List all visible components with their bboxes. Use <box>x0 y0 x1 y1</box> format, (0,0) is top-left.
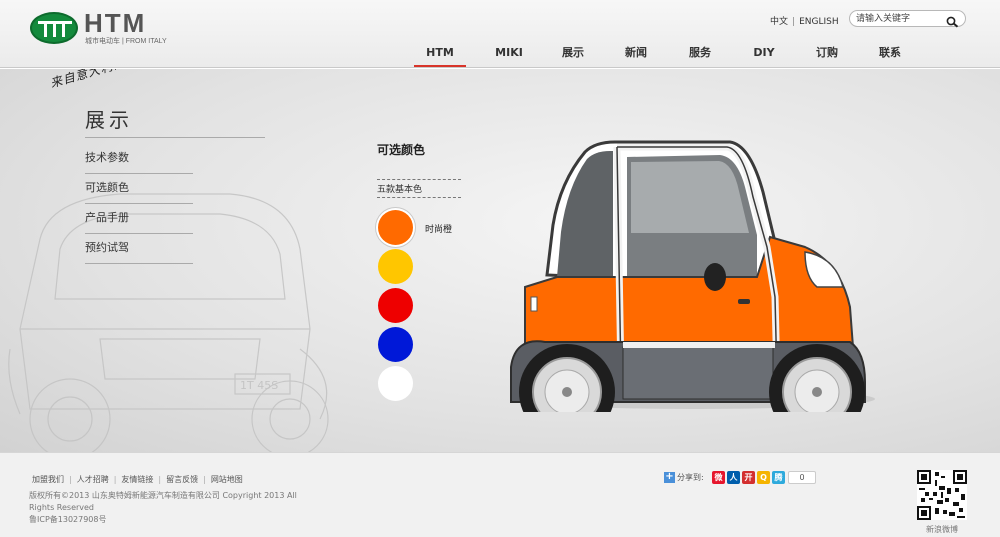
search-button[interactable] <box>946 13 960 28</box>
nav-item-order[interactable]: 订购 <box>802 46 852 67</box>
color-swatch-orange[interactable] <box>378 210 413 245</box>
kaixin-icon[interactable]: 开 <box>742 471 755 484</box>
share-plus-icon[interactable]: + <box>664 472 675 483</box>
language-switcher: 中文 | ENGLISH <box>770 14 839 27</box>
title-divider <box>85 137 265 138</box>
side-menu-item-colors[interactable]: 可选颜色 <box>85 174 193 204</box>
brand-name: HTM <box>84 8 147 38</box>
copyright-text: 版权所有©2013 山东奥特姆新能源汽车制造有限公司 Copyright 201… <box>29 491 297 512</box>
brand-tagline: 城市电动车 | FROM ITALY <box>85 38 167 45</box>
site-header: HTM 城市电动车 | FROM ITALY 中文 |ENGLISH HTM MI… <box>0 0 1000 68</box>
footer-links: 加盟我们 | 人才招聘 | 友情链接 | 留言反馈 | 网站地图 <box>32 475 243 484</box>
color-swatch-white[interactable] <box>378 366 413 401</box>
qr-label: 新浪微博 <box>926 525 958 534</box>
footer-link-join[interactable]: 加盟我们 <box>32 475 64 484</box>
color-swatch-blue[interactable] <box>378 327 413 362</box>
footer-link-friends[interactable]: 友情链接 <box>121 475 153 484</box>
search-box <box>849 10 966 28</box>
qr-code-icon <box>917 470 967 520</box>
nav-item-news[interactable]: 新闻 <box>611 46 661 67</box>
htm-logo-badge-icon <box>30 12 78 44</box>
side-menu-item-test-drive[interactable]: 预约试驾 <box>85 234 193 264</box>
color-swatch-red[interactable] <box>378 288 413 323</box>
lang-en-link[interactable]: ENGLISH <box>799 17 839 27</box>
lang-separator: | <box>792 17 796 27</box>
lang-zh-link[interactable]: 中文 <box>770 17 788 27</box>
magnifier-icon <box>946 16 959 28</box>
main-content: 1T 45S 来自意大利的城市小精灵 展示 技术参数 可选颜色 产品手册 预约试… <box>0 69 1000 452</box>
footer-link-sitemap[interactable]: 网站地图 <box>211 475 243 484</box>
handwritten-slogan: 来自意大利的城市小精灵 <box>48 69 190 91</box>
weibo-icon[interactable]: 微 <box>712 471 725 484</box>
renren-icon[interactable]: 人 <box>727 471 740 484</box>
site-logo[interactable]: HTM 城市电动车 | FROM ITALY <box>30 8 180 46</box>
nav-item-contact[interactable]: 联系 <box>865 46 915 67</box>
car-image <box>510 140 875 412</box>
icp-number[interactable]: 鲁ICP备13027908号 <box>29 514 107 525</box>
nav-item-miki[interactable]: MIKI <box>484 46 534 67</box>
nav-item-service[interactable]: 服务 <box>675 46 725 67</box>
sketch-plate-text: 1T 45S <box>240 379 278 392</box>
search-input[interactable] <box>856 12 942 25</box>
qzone-icon[interactable]: Q <box>757 471 770 484</box>
site-footer: 加盟我们 | 人才招聘 | 友情链接 | 留言反馈 | 网站地图 版权所有©2013 山东奥特姆… <box>0 452 1000 537</box>
footer-link-feedback[interactable]: 留言反馈 <box>166 475 198 484</box>
side-menu-item-brochure[interactable]: 产品手册 <box>85 204 193 234</box>
nav-item-diy[interactable]: DIY <box>739 46 789 67</box>
swatch-label-orange: 时尚橙 <box>425 225 453 235</box>
nav-item-showcase[interactable]: 展示 <box>548 46 598 67</box>
qq-weibo-icon[interactable]: 腾 <box>772 471 785 484</box>
side-menu: 技术参数 可选颜色 产品手册 预约试驾 <box>85 144 193 264</box>
nav-item-htm[interactable]: HTM <box>414 46 466 67</box>
color-section-title: 可选颜色 <box>377 143 426 157</box>
color-swatch-yellow[interactable] <box>378 249 413 284</box>
side-menu-item-specs[interactable]: 技术参数 <box>85 144 193 174</box>
share-label: 分享到: <box>677 473 704 482</box>
footer-link-careers[interactable]: 人才招聘 <box>77 475 109 484</box>
share-count: 0 <box>788 471 816 484</box>
section-title: 展示 <box>85 108 133 132</box>
color-subtitle: 五款基本色 <box>377 179 461 198</box>
